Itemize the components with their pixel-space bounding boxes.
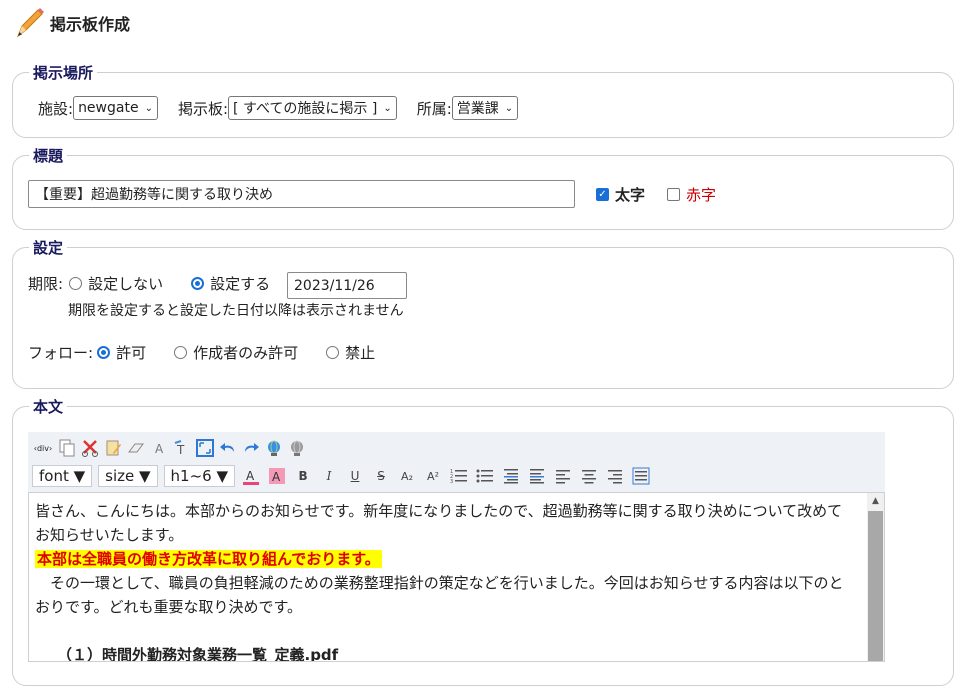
- deadline-on-radio[interactable]: [191, 277, 205, 290]
- eraser-icon[interactable]: [126, 438, 146, 458]
- heading-dropdown[interactable]: h1~6 ▼: [163, 465, 236, 487]
- facility-value: newgate: [78, 100, 139, 116]
- facility-label: 施設:: [38, 99, 74, 118]
- follow-row: フォロー: 許可 作成者のみ許可 禁止: [28, 342, 375, 363]
- dept-label: 所属:: [416, 99, 452, 118]
- format-brush-icon[interactable]: T: [172, 438, 192, 458]
- toolbar-row-2: font ▼ size ▼ h1~6 ▼ A A B I U S A₂ A² 1…: [32, 463, 657, 489]
- body-paragraph: その一環として、職員の負担軽減のための業務整理指針の策定などを行いました。今回は…: [35, 574, 844, 616]
- follow-allow-label: 許可: [116, 344, 147, 362]
- follow-label: フォロー:: [28, 344, 94, 362]
- font-color-icon[interactable]: A: [241, 466, 261, 486]
- body-paragraph: 皆さん、こんにちは。本部からのお知らせです。新年度になりましたので、超過勤務等に…: [35, 502, 843, 544]
- deadline-date-input[interactable]: 2023/11/26: [287, 272, 407, 299]
- svg-text:A: A: [155, 442, 164, 456]
- justify-icon[interactable]: [631, 466, 651, 486]
- fullscreen-icon[interactable]: [195, 438, 215, 458]
- svg-text:T: T: [176, 443, 185, 457]
- editor-text: 皆さん、こんにちは。本部からのお知らせです。新年度になりましたので、超過勤務等に…: [35, 499, 855, 662]
- div-icon[interactable]: ‹div›: [32, 438, 54, 458]
- follow-allow-radio[interactable]: [97, 346, 111, 359]
- redo-icon[interactable]: [241, 438, 261, 458]
- subject-legend: 標題: [33, 147, 64, 165]
- chevron-down-icon: ⌄: [383, 102, 392, 114]
- subject-input[interactable]: 【重要】超過勤務等に関する取り決め: [28, 180, 575, 208]
- indent-icon[interactable]: [501, 466, 521, 486]
- size-dropdown[interactable]: size ▼: [98, 465, 158, 487]
- location-legend: 掲示場所: [33, 64, 94, 82]
- follow-author-radio[interactable]: [174, 346, 188, 359]
- align-center-icon[interactable]: [579, 466, 599, 486]
- board-label: 掲示板:: [177, 99, 229, 118]
- font-dropdown[interactable]: font ▼: [32, 465, 93, 487]
- chevron-down-icon: ⌄: [504, 102, 514, 114]
- page-title: 掲示板作成: [50, 15, 131, 34]
- location-row: 施設: newgate ⌄ 掲示板: [ すべての施設に掲示 ] ⌄ 所属: 営…: [38, 96, 519, 120]
- background-color-icon[interactable]: A: [267, 466, 287, 486]
- superscript-icon[interactable]: A²: [423, 466, 443, 486]
- deadline-label: 期限:: [28, 275, 64, 293]
- settings-legend: 設定: [33, 239, 64, 257]
- align-right-icon[interactable]: [605, 466, 625, 486]
- link-globe-icon[interactable]: [264, 438, 284, 458]
- outdent-icon[interactable]: [527, 466, 547, 486]
- chevron-down-icon: ⌄: [144, 102, 153, 114]
- bold-label: 太字: [615, 186, 646, 204]
- cut-icon[interactable]: [80, 438, 100, 458]
- deadline-off-radio[interactable]: [69, 277, 83, 290]
- facility-select[interactable]: newgate ⌄: [73, 96, 158, 120]
- page-header: 掲示板作成: [12, 6, 130, 40]
- pencil-icon: [16, 8, 44, 38]
- svg-text:3: 3: [450, 479, 453, 485]
- svg-text:A: A: [246, 469, 255, 483]
- bold-icon[interactable]: B: [293, 466, 313, 486]
- board-value: [ すべての施設に掲示 ]: [233, 101, 378, 117]
- follow-deny-radio[interactable]: [326, 346, 340, 359]
- italic-icon[interactable]: I: [319, 466, 339, 486]
- board-select[interactable]: [ すべての施設に掲示 ] ⌄: [228, 96, 397, 120]
- editor-toolbar: ‹div› A T font ▼ size ▼ h1~6 ▼ A A B I U…: [28, 432, 885, 492]
- toolbar-row-1: ‹div› A T: [32, 436, 310, 460]
- ordered-list-icon[interactable]: 123: [449, 466, 469, 486]
- bold-checkbox[interactable]: ✓: [596, 188, 609, 201]
- deadline-date-value: 2023/11/26: [294, 277, 375, 294]
- clear-format-icon[interactable]: A: [149, 438, 169, 458]
- attachment-heading: （１）時間外勤務対象業務一覧_定義.pdf: [57, 646, 339, 662]
- subject-value: 【重要】超過勤務等に関する取り決め: [35, 187, 273, 203]
- dept-select[interactable]: 営業課 ⌄: [451, 96, 519, 120]
- red-label: 赤字: [686, 186, 717, 204]
- highlighted-text: 本部は全職員の働き方改革に取り組んでおります。: [35, 550, 382, 568]
- deadline-off-label: 設定しない: [88, 275, 164, 293]
- align-left-icon[interactable]: [553, 466, 573, 486]
- deadline-on-label: 設定する: [210, 275, 271, 293]
- follow-deny-label: 禁止: [345, 344, 376, 362]
- copy-icon[interactable]: [57, 438, 77, 458]
- subject-options: ✓ 太字 赤字: [596, 184, 716, 205]
- scrollbar-thumb[interactable]: [868, 511, 883, 661]
- paste-icon[interactable]: [103, 438, 123, 458]
- unlink-globe-icon[interactable]: [287, 438, 307, 458]
- dept-value: 営業課: [456, 101, 499, 117]
- body-legend: 本文: [33, 398, 64, 416]
- red-checkbox[interactable]: [667, 188, 681, 201]
- undo-icon[interactable]: [218, 438, 238, 458]
- editor-scrollbar[interactable]: ▲: [867, 493, 884, 661]
- deadline-row: 期限: 設定しない 設定する: [28, 273, 270, 294]
- editor-content-area[interactable]: 皆さん、こんにちは。本部からのお知らせです。新年度になりましたので、超過勤務等に…: [28, 492, 885, 662]
- unordered-list-icon[interactable]: [475, 466, 495, 486]
- scroll-up-icon[interactable]: ▲: [867, 493, 884, 509]
- follow-author-label: 作成者のみ許可: [193, 344, 299, 362]
- underline-icon[interactable]: U: [345, 466, 365, 486]
- strikethrough-icon[interactable]: S: [371, 466, 391, 486]
- deadline-note: 期限を設定すると設定した日付以降は表示されません: [68, 303, 404, 319]
- svg-text:A: A: [272, 470, 281, 484]
- subscript-icon[interactable]: A₂: [397, 466, 417, 486]
